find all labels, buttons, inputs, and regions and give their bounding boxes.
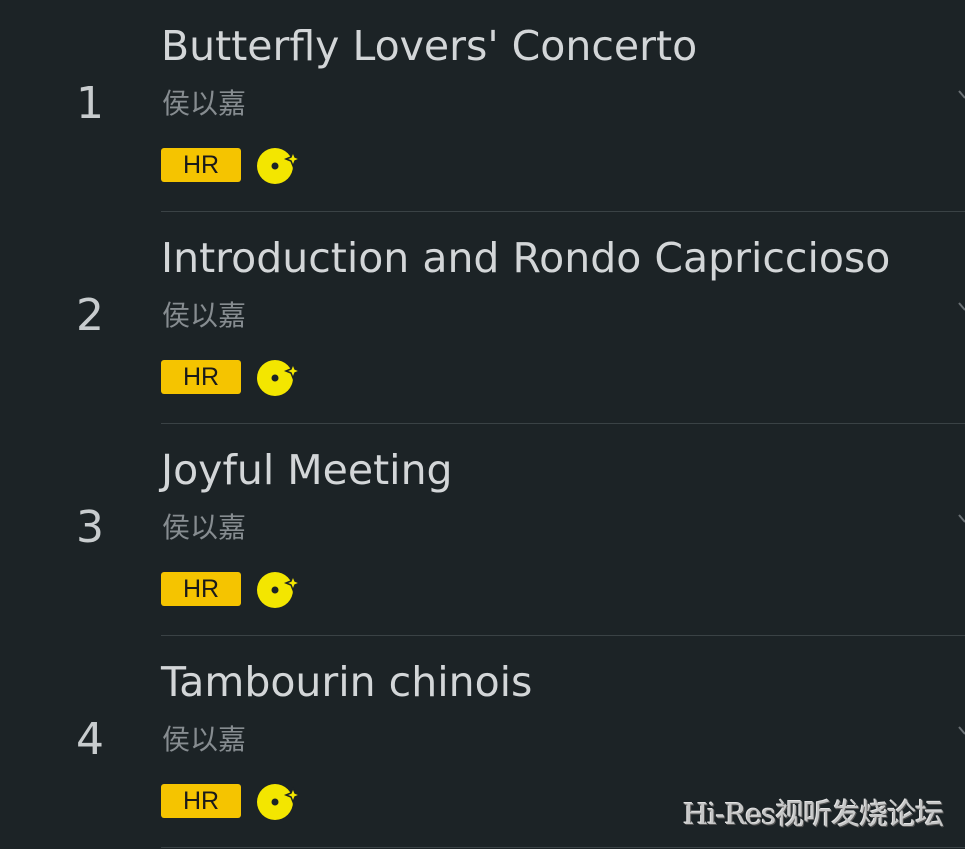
track-number: 1 (76, 78, 104, 129)
divider (161, 847, 965, 848)
chevron-icon[interactable] (955, 512, 965, 532)
track-row-1[interactable]: 1 Butterfly Lovers' Concerto 侯以嘉 HR (0, 0, 965, 212)
vinyl-sparkle-icon (257, 148, 301, 184)
watermark: Hi-Res视听发烧论坛 (683, 797, 944, 831)
track-row-3[interactable]: 3 Joyful Meeting 侯以嘉 HR (0, 424, 965, 636)
track-artist: 侯以嘉 (162, 299, 247, 332)
track-title: Tambourin chinois (161, 658, 533, 706)
track-row-2[interactable]: 2 Introduction and Rondo Capriccioso 侯以嘉… (0, 212, 965, 424)
vinyl-sparkle-icon (257, 572, 301, 608)
hr-badge: HR (161, 784, 241, 818)
track-artist: 侯以嘉 (162, 723, 247, 756)
chevron-icon[interactable] (955, 88, 965, 108)
track-number: 4 (76, 714, 104, 765)
hr-badge: HR (161, 572, 241, 606)
hr-badge: HR (161, 148, 241, 182)
track-number: 3 (76, 502, 104, 553)
chevron-icon[interactable] (955, 724, 965, 744)
track-artist: 侯以嘉 (162, 511, 247, 544)
track-title: Butterfly Lovers' Concerto (161, 22, 698, 70)
hr-badge: HR (161, 360, 241, 394)
track-title: Joyful Meeting (161, 446, 453, 494)
track-artist: 侯以嘉 (162, 87, 247, 120)
track-list: 1 Butterfly Lovers' Concerto 侯以嘉 HR 2 In… (0, 0, 965, 849)
vinyl-sparkle-icon (257, 360, 301, 396)
chevron-icon[interactable] (955, 300, 965, 320)
track-title: Introduction and Rondo Capriccioso (161, 234, 891, 282)
track-number: 2 (76, 290, 104, 341)
vinyl-sparkle-icon (257, 784, 301, 820)
